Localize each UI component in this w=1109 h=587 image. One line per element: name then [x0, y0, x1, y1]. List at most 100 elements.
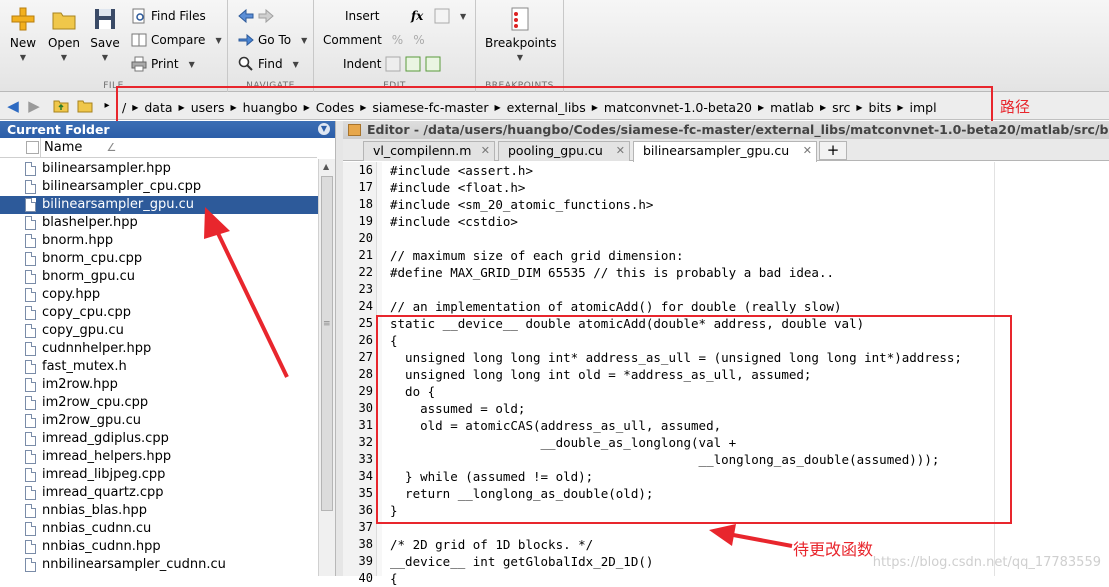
close-icon[interactable]: ✕ — [616, 142, 625, 160]
file-item[interactable]: bilinearsampler.hpp — [0, 160, 318, 178]
file-icon — [25, 252, 36, 266]
file-icon — [25, 378, 36, 392]
forward-arrow-icon[interactable]: ▶ — [25, 97, 43, 115]
file-icon — [25, 306, 36, 320]
chevron-down-icon: ▼ — [60, 53, 68, 62]
file-icon — [25, 360, 36, 374]
file-item[interactable]: imread_quartz.cpp — [0, 484, 318, 502]
file-item[interactable]: imread_gdiplus.cpp — [0, 430, 318, 448]
function-annotation: 待更改函数 — [793, 540, 874, 559]
code-line: 24// an implementation of atomicAdd() fo… — [358, 299, 842, 314]
tab-vl-compilenn[interactable]: vl_compilenn.m ✕ — [363, 141, 495, 161]
file-icon — [25, 180, 36, 194]
file-icon — [25, 432, 36, 446]
file-item[interactable]: nnbilinearsampler_cudnn.cu — [0, 556, 318, 574]
insert-options-button[interactable]: ▼ — [434, 6, 466, 26]
editor-title-bar: Editor - /data/users/huangbo/Codes/siame… — [343, 121, 1109, 139]
code-line: 16 #include <assert.h> — [358, 163, 533, 178]
uncomment-icon: % — [413, 33, 425, 47]
find-files-button[interactable]: Find Files — [131, 6, 206, 26]
open-button[interactable]: Open ▼ — [44, 6, 84, 62]
file-icon — [25, 414, 36, 428]
panel-splitter[interactable] — [336, 121, 343, 576]
file-item[interactable]: nnbias_cudnn.hpp — [0, 538, 318, 556]
compare-icon — [131, 32, 147, 48]
sort-indicator-icon: ∠ — [106, 141, 117, 154]
increase-indent-icon — [405, 56, 421, 72]
edit-group: Insert fx ▼ Comment % % Indent EDIT — [314, 0, 476, 92]
forward-arrow-icon[interactable] — [258, 8, 274, 24]
file-icon — [25, 288, 36, 302]
file-icon — [25, 342, 36, 356]
breakpoints-group: Breakpoints ▼ BREAKPOINTS — [476, 0, 564, 92]
code-line: 20 — [358, 231, 373, 245]
function-highlight-box — [376, 315, 1012, 524]
print-button[interactable]: Print ▼ — [131, 54, 195, 74]
breakpoints-button[interactable]: Breakpoints ▼ — [485, 6, 556, 62]
code-line: 40{ — [358, 571, 398, 586]
find-button[interactable]: Find ▼ — [238, 54, 299, 74]
scrollbar-thumb[interactable] — [321, 176, 333, 511]
folder-icon — [51, 6, 77, 32]
path-dropdown-icon[interactable]: ▸ — [98, 97, 116, 115]
indent-icon — [385, 56, 401, 72]
select-all-checkbox[interactable] — [26, 141, 39, 154]
editor-tab-strip: vl_compilenn.m ✕ pooling_gpu.cu ✕ bilinear… — [343, 139, 1109, 162]
path-annotation: 路径 — [1000, 98, 1031, 116]
grid-icon — [434, 8, 450, 24]
go-to-button[interactable]: Go To ▼ — [238, 30, 307, 50]
file-item[interactable]: nnbias_cudnn.cu — [0, 520, 318, 538]
file-icon — [25, 162, 36, 176]
compare-button[interactable]: Compare ▼ — [131, 30, 222, 50]
toolstrip: New ▼ Open ▼ Save ▼ Find Files Compare ▼ — [0, 0, 1109, 92]
scroll-up-icon[interactable]: ▲ — [323, 162, 329, 171]
back-arrow-icon[interactable] — [238, 8, 254, 24]
indent-button[interactable]: Indent — [343, 54, 441, 74]
file-item[interactable]: im2row_gpu.cu — [0, 412, 318, 430]
selection-arrow-annotation — [204, 207, 289, 378]
new-tab-button[interactable]: + — [819, 141, 847, 160]
close-icon[interactable]: ✕ — [481, 142, 490, 160]
file-item[interactable]: imread_helpers.hpp — [0, 448, 318, 466]
back-forward-buttons[interactable] — [238, 6, 274, 26]
fx-button[interactable]: fx — [411, 6, 423, 26]
close-icon[interactable]: ✕ — [803, 142, 812, 160]
browse-folder-icon[interactable] — [76, 97, 94, 115]
insert-button[interactable]: Insert — [345, 6, 379, 26]
up-folder-icon[interactable] — [52, 97, 70, 115]
floppy-disk-icon — [92, 6, 118, 32]
back-arrow-icon[interactable]: ◀ — [4, 97, 22, 115]
file-icon — [25, 468, 36, 482]
new-button[interactable]: New ▼ — [3, 6, 43, 62]
code-line: 17 #include <float.h> — [358, 180, 526, 195]
file-item[interactable]: nnbias_blas.hpp — [0, 502, 318, 520]
file-list-scrollbar[interactable]: ▲ ≡ — [318, 159, 335, 576]
file-icon — [25, 450, 36, 464]
panel-options-icon[interactable]: ▼ — [318, 123, 330, 135]
comment-button[interactable]: Comment % % — [323, 30, 425, 50]
watermark: https://blog.csdn.net/qq_17783559 — [872, 555, 1101, 570]
chevron-down-icon: ▼ — [101, 53, 109, 62]
tab-bilinearsampler-gpu[interactable]: bilinearsampler_gpu.cu ✕ — [633, 141, 817, 162]
save-button[interactable]: Save ▼ — [85, 6, 125, 62]
magnifier-icon — [238, 56, 254, 72]
name-column-header[interactable]: Name ∠ — [44, 140, 116, 155]
chevron-down-icon: ▼ — [215, 35, 222, 45]
file-item[interactable]: imread_libjpeg.cpp — [0, 466, 318, 484]
chevron-down-icon: ▼ — [301, 35, 308, 45]
chevron-down-icon: ▼ — [516, 53, 524, 62]
file-item[interactable]: im2row_cpu.cpp — [0, 394, 318, 412]
code-line: 19 #include <cstdio> — [358, 214, 518, 229]
file-icon — [25, 558, 36, 572]
file-item[interactable]: bilinearsampler_cpu.cpp — [0, 178, 318, 196]
chevron-down-icon: ▼ — [19, 53, 27, 62]
code-line: 18 #include <sm_20_atomic_functions.h> — [358, 197, 654, 212]
file-icon — [25, 234, 36, 248]
navigate-group: Go To ▼ Find ▼ NAVIGATE — [228, 0, 314, 92]
printer-icon — [131, 56, 147, 72]
current-folder-title: Current Folder ▼ — [0, 121, 335, 138]
tab-pooling-gpu[interactable]: pooling_gpu.cu ✕ — [498, 141, 630, 161]
editor-icon — [348, 124, 361, 136]
column-header: Name ∠ — [0, 138, 317, 158]
file-icon — [25, 540, 36, 554]
